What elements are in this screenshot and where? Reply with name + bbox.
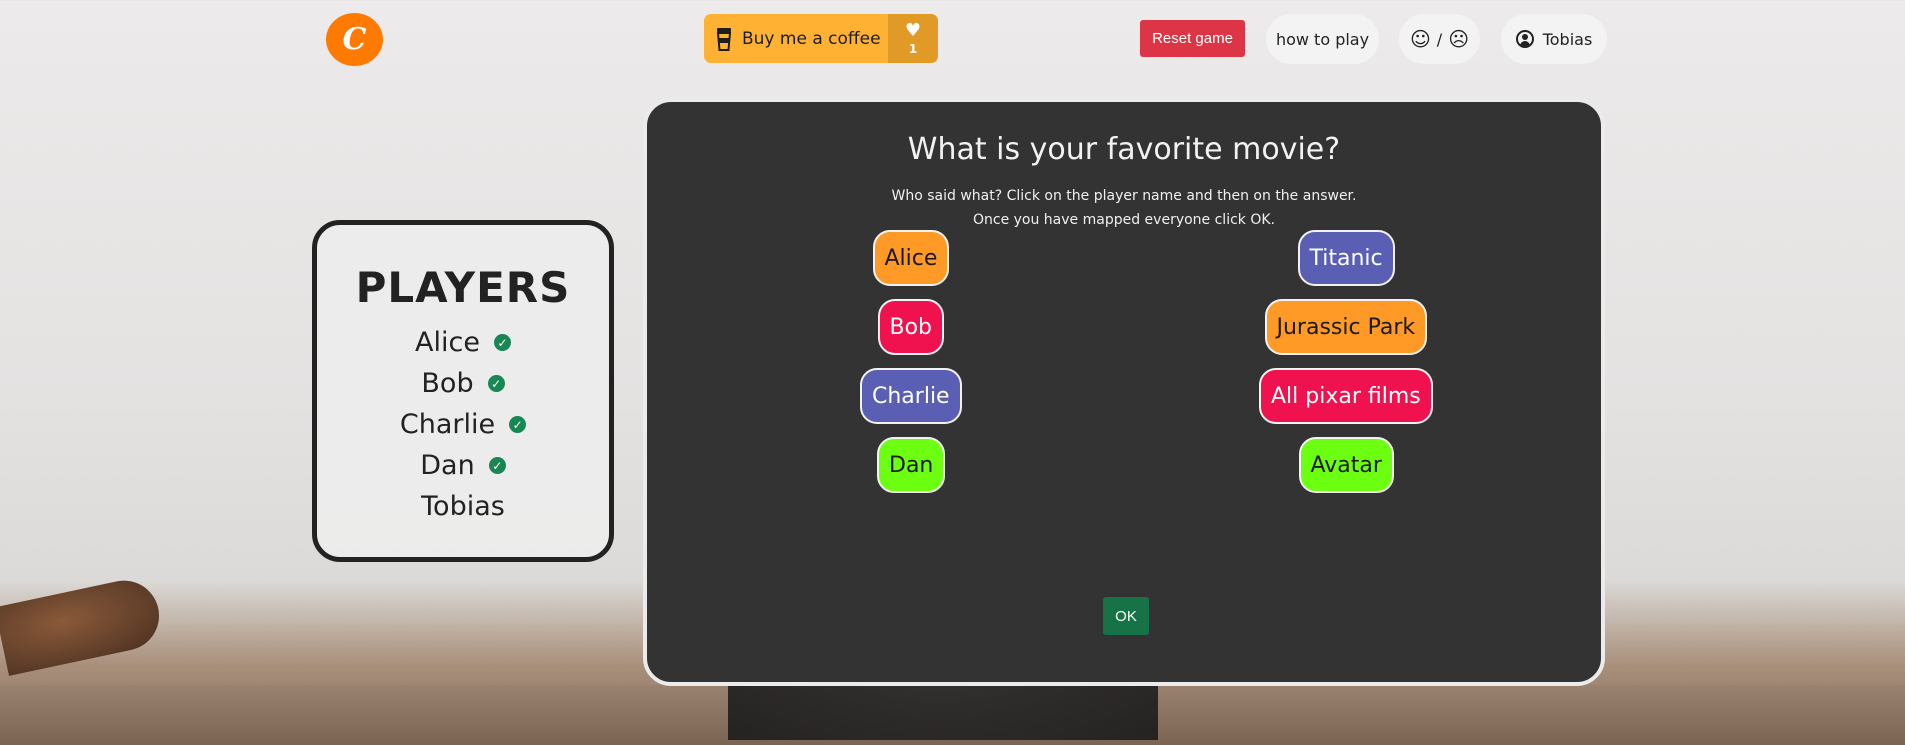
player-name: Bob — [421, 368, 474, 399]
player-row: Tobias — [317, 486, 609, 527]
app-logo[interactable]: C — [326, 13, 383, 66]
check-circle-icon: ✓ — [509, 416, 527, 433]
frown-icon: ☹ — [1448, 27, 1470, 51]
player-name-chip[interactable]: Bob — [877, 299, 945, 355]
check-circle-icon: ✓ — [493, 334, 511, 351]
coffee-like-count: 1 — [908, 42, 918, 56]
instructions-line-2: Once you have mapped everyone click OK. — [972, 212, 1275, 228]
answer-chip[interactable]: Avatar — [1298, 437, 1394, 493]
coffee-main-area[interactable]: Buy me a coffee — [704, 14, 888, 63]
player-name-chip[interactable]: Dan — [877, 437, 946, 493]
instructions: Who said what? Click on the player name … — [647, 184, 1601, 232]
player-row: Charlie ✓ — [317, 404, 609, 445]
player-row: Alice ✓ — [317, 322, 609, 363]
ok-button[interactable]: OK — [1103, 597, 1149, 635]
check-circle-icon: ✓ — [488, 457, 506, 474]
user-profile-button[interactable]: Tobias — [1501, 14, 1607, 64]
player-list: Alice ✓ Bob ✓ Charlie ✓ Dan ✓ Tobias — [317, 322, 609, 527]
heart-icon: ♥ — [904, 20, 922, 41]
player-row: Dan ✓ — [317, 445, 609, 486]
reset-game-button[interactable]: Reset game — [1140, 20, 1245, 57]
player-name-chip[interactable]: Alice — [872, 230, 950, 286]
player-name: Alice — [415, 327, 480, 358]
players-title: PLAYERS — [355, 263, 571, 312]
feedback-separator: / — [1436, 29, 1443, 49]
player-name: Tobias — [421, 491, 505, 522]
player-name-chip[interactable]: Charlie — [860, 368, 962, 424]
coffee-cup-icon — [716, 27, 732, 51]
players-panel: PLAYERS Alice ✓ Bob ✓ Charlie ✓ Dan ✓ Tobias — [312, 220, 614, 562]
question-title: What is your favorite movie? — [907, 132, 1341, 167]
question-dialog: What is your favorite movie? Who said wh… — [643, 98, 1605, 686]
player-name: Charlie — [399, 409, 496, 440]
player-row: Bob ✓ — [317, 363, 609, 404]
check-circle-icon: ✓ — [487, 375, 505, 392]
answer-chip[interactable]: All pixar films — [1259, 368, 1433, 424]
how-to-play-button[interactable]: how to play — [1266, 14, 1379, 64]
coffee-label: Buy me a coffee — [742, 28, 881, 49]
instructions-line-1: Who said what? Click on the player name … — [891, 188, 1357, 204]
answer-chip[interactable]: Titanic — [1297, 230, 1395, 286]
buy-me-a-coffee-button[interactable]: Buy me a coffee ♥ 1 — [704, 14, 938, 63]
user-name: Tobias — [1542, 29, 1593, 49]
smile-icon: ☺ — [1409, 27, 1431, 51]
feedback-button[interactable]: ☺ / ☹ — [1399, 14, 1480, 64]
user-circle-icon — [1515, 30, 1534, 48]
coffee-like-counter[interactable]: ♥ 1 — [888, 14, 938, 63]
background-bowl — [0, 574, 166, 676]
player-name: Dan — [420, 450, 475, 481]
answer-chip[interactable]: Jurassic Park — [1264, 299, 1428, 355]
